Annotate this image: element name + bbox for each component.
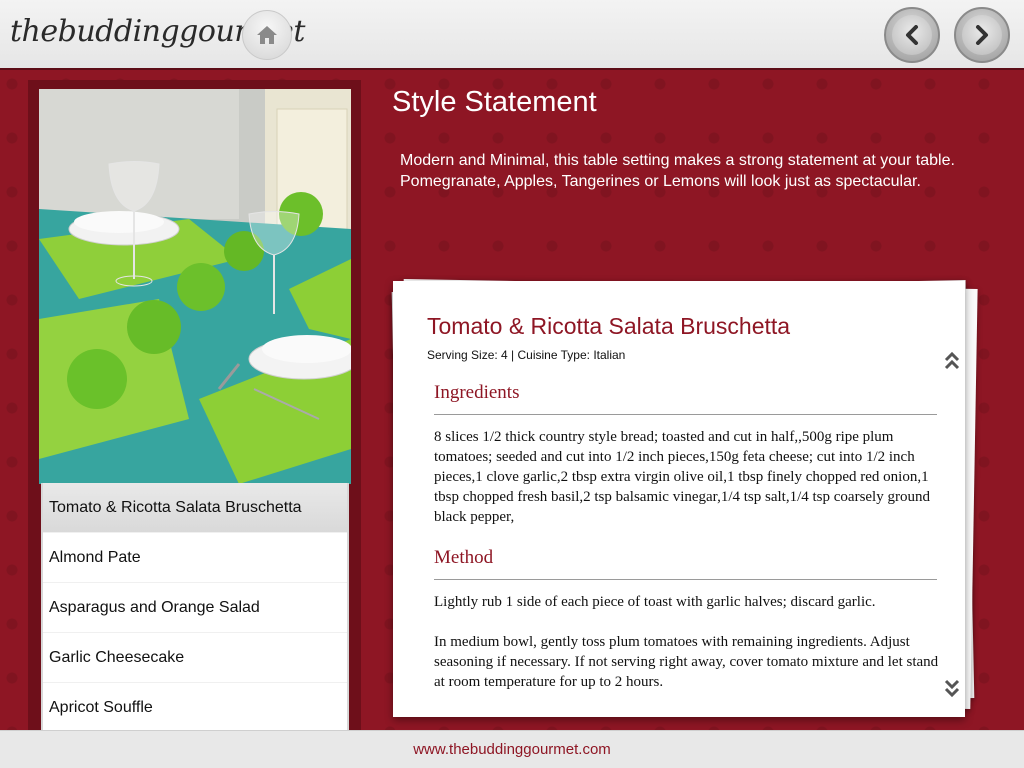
home-icon [257,26,277,44]
next-button[interactable] [954,7,1010,63]
recipe-list-item[interactable]: Asparagus and Orange Salad [43,583,347,633]
feature-description: Modern and Minimal, this table setting m… [400,152,955,190]
scroll-up-button[interactable] [941,346,963,376]
recipe-list-item[interactable]: Garlic Cheesecake [43,633,347,683]
home-button[interactable] [242,10,292,60]
app-footer: www.thebuddinggourmet.com [0,730,1024,768]
previous-button[interactable] [884,7,940,63]
method-step: In medium bowl, gently toss plum tomatoe… [434,634,939,690]
recipe-list-item[interactable]: Tomato & Ricotta Salata Bruschetta [43,483,347,533]
recipe-photo [39,89,351,484]
ingredients-divider [434,414,937,415]
chevron-left-icon [906,25,918,45]
method-step: Lightly rub 1 side of each piece of toas… [434,594,876,610]
method-divider [434,579,937,580]
method-heading: Method [434,547,494,568]
recipe-list-item[interactable]: Apricot Souffle [43,683,347,730]
scroll-down-button[interactable] [941,673,963,703]
table-setting-image [39,89,351,484]
app-header: thebuddinggourmet [0,0,1024,70]
ingredients-heading: Ingredients [434,382,520,403]
recipe-meta: Serving Size: 4 | Cuisine Type: Italian [427,348,626,362]
website-link[interactable]: www.thebuddinggourmet.com [413,741,611,758]
double-chevron-down-icon [944,679,960,698]
chevron-right-icon [976,25,988,45]
recipe-list-item[interactable]: Almond Pate [43,533,347,583]
recipe-title: Tomato & Ricotta Salata Bruschetta [427,313,791,339]
recipe-list: Tomato & Ricotta Salata Bruschetta Almon… [41,483,349,730]
recipe-card: Tomato & Ricotta Salata Bruschetta Servi… [393,281,965,717]
double-chevron-up-icon [944,351,960,370]
ingredients-text: 8 slices 1/2 thick country style bread; … [434,429,930,525]
feature-title: Style Statement [392,86,597,118]
